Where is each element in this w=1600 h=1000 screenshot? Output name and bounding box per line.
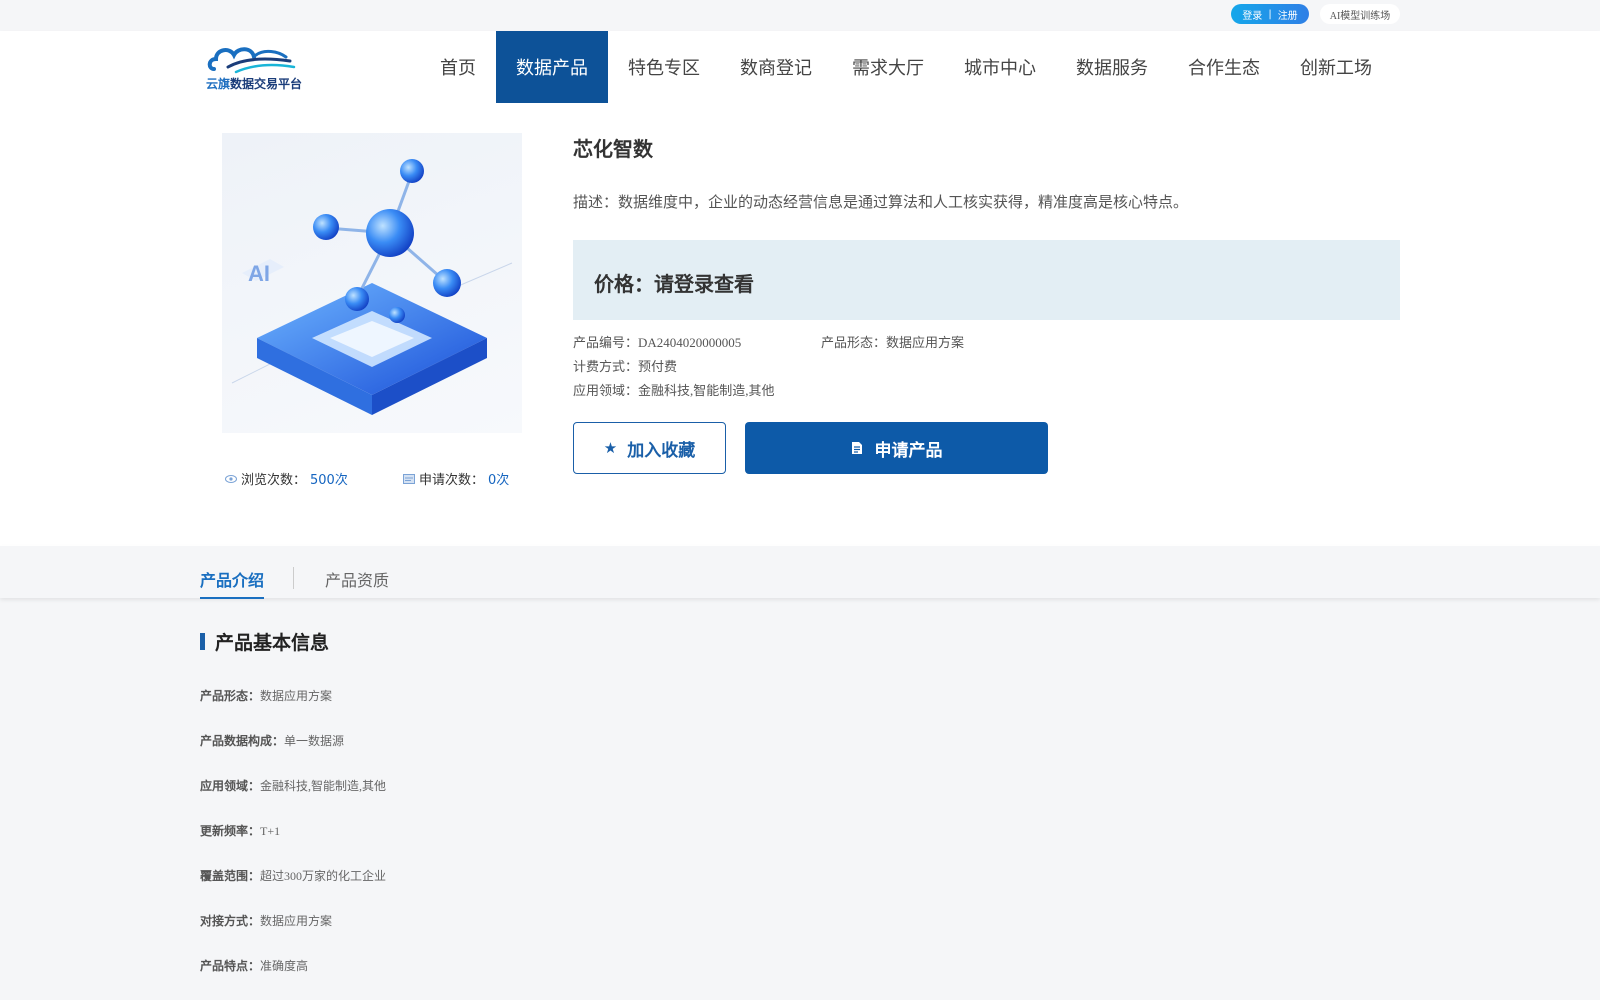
info-value: 单一数据源 [284,734,345,748]
info-key: 对接方式： [200,914,261,928]
main-nav: 首页 数据产品 特色专区 数商登记 需求大厅 城市中心 数据服务 合作生态 创新… [420,31,1392,103]
price-text: 价格：请登录查看 [594,272,754,296]
tab-product-qualification[interactable]: 产品资质 [325,567,389,591]
nav-item-demand-hall[interactable]: 需求大厅 [832,31,944,103]
molecule-illustration-icon: AI [231,159,513,415]
info-key: 应用领域： [200,779,261,793]
apply-count: 申请次数： 0次 [403,469,509,488]
info-value: T+1 [260,824,281,838]
star-icon: ★ [603,439,618,457]
info-row-form: 产品形态：数据应用方案 [200,687,332,704]
info-key: 产品数据构成： [200,734,285,748]
info-value: 准确度高 [260,959,309,973]
application-domain: 应用领域：金融科技,智能制造,其他 [573,383,775,398]
eye-icon [225,474,237,483]
billing-method: 计费方式：预付费 [573,359,678,374]
logo-text-brand: 云旗 [206,77,231,91]
detail-tabs: 产品介绍 产品资质 [0,546,1600,599]
tab-divider [293,567,294,589]
nav-item-city-center[interactable]: 城市中心 [944,31,1056,103]
nav-item-featured-zone[interactable]: 特色专区 [608,31,720,103]
ai-training-link[interactable]: AI模型训练场 [1320,4,1400,24]
nav-item-merchant-registration[interactable]: 数商登记 [720,31,832,103]
product-form: 产品形态：数据应用方案 [821,335,965,350]
info-row-update-frequency: 更新频率：T+1 [200,822,280,839]
apply-product-button[interactable]: 申请产品 [745,422,1048,474]
document-icon [851,442,862,454]
login-link[interactable]: 登录 [1242,7,1262,22]
nav-item-data-products[interactable]: 数据产品 [496,31,608,103]
product-image: AI [222,133,522,433]
apply-product-label: 申请产品 [874,440,943,461]
cloud-logo-icon [207,47,296,74]
view-count-value: 500次 [310,473,348,488]
info-row-features: 产品特点：准确度高 [200,957,308,974]
logo-text-platform: 数据交易平台 [230,77,303,91]
info-row-integration: 对接方式：数据应用方案 [200,912,332,929]
info-value: 金融科技,智能制造,其他 [260,779,387,793]
tab-product-intro[interactable]: 产品介绍 [200,567,265,599]
apply-count-value: 0次 [488,473,510,488]
price-panel: 价格：请登录查看 [573,240,1400,320]
info-value: 数据应用方案 [260,689,333,703]
add-favorite-button[interactable]: ★ 加入收藏 [573,422,726,474]
info-key: 产品特点： [200,959,261,973]
view-count: 浏览次数： 500次 [225,469,348,488]
product-summary: AI 浏览次数： 500次 申请次数： 0次 芯化智数 描述：数据维度中，企业的动态… [0,103,1600,546]
add-favorite-label: 加入收藏 [627,440,696,461]
heading-accent-bar [200,633,205,650]
info-key: 更新频率： [200,824,261,838]
info-row-coverage: 覆盖范围：超过300万家的化工企业 [200,867,386,884]
info-key: 产品形态： [200,689,261,703]
logo-text: 云旗数据交易平台 [206,75,302,92]
product-description: 描述：数据维度中，企业的动态经营信息是通过算法和人工核实获得，精准度高是核心特点… [573,193,1189,211]
info-value: 超过300万家的化工企业 [260,869,387,883]
info-row-data-composition: 产品数据构成：单一数据源 [200,732,344,749]
nav-item-home[interactable]: 首页 [420,31,496,103]
info-row-domain: 应用领域：金融科技,智能制造,其他 [200,777,386,794]
nav-item-innovation-workshop[interactable]: 创新工场 [1280,31,1392,103]
top-utility-bar: 登录 | 注册 AI模型训练场 [0,0,1600,31]
nav-item-data-services[interactable]: 数据服务 [1056,31,1168,103]
basic-info-title: 产品基本信息 [215,632,330,654]
auth-divider: | [1268,8,1272,20]
info-key: 覆盖范围： [200,869,261,883]
apply-count-label: 申请次数： [419,473,485,488]
product-code: 产品编号：DA2404020000005 [573,335,742,350]
main-header: 云旗数据交易平台 首页 数据产品 特色专区 数商登记 需求大厅 城市中心 数据服… [0,31,1600,103]
auth-links: 登录 | 注册 [1231,4,1309,24]
view-count-label: 浏览次数： [241,473,307,488]
nav-item-partner-ecosystem[interactable]: 合作生态 [1168,31,1280,103]
product-title: 芯化智数 [573,137,653,161]
register-link[interactable]: 注册 [1278,7,1298,22]
site-logo[interactable]: 云旗数据交易平台 [206,41,302,93]
basic-info-heading: 产品基本信息 [200,628,329,655]
image-ai-label: AI [248,261,270,286]
info-value: 数据应用方案 [260,914,333,928]
edit-doc-icon [403,473,415,484]
